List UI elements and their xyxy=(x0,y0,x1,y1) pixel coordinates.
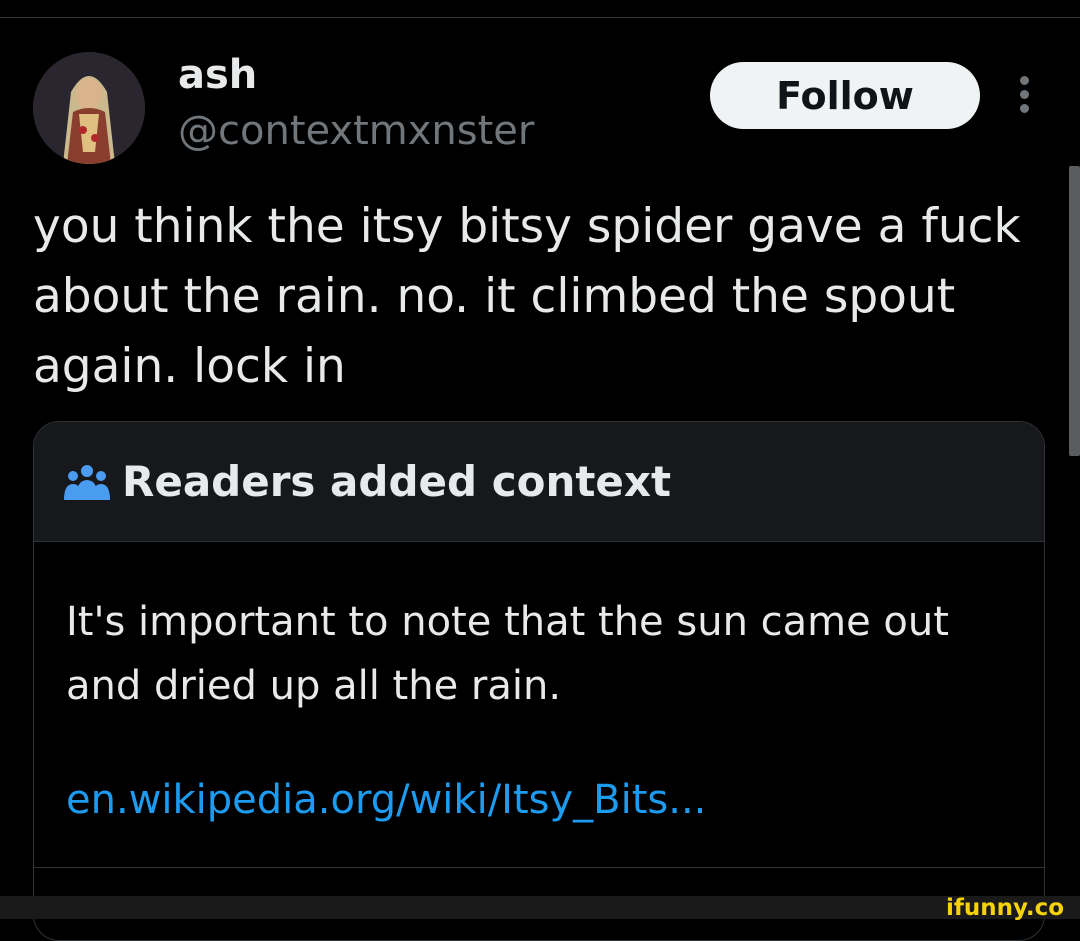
community-note-text: It's important to note that the sun came… xyxy=(66,599,949,709)
bottom-strip xyxy=(0,896,1080,919)
community-note-link[interactable]: en.wikipedia.org/wiki/Itsy_Bits... xyxy=(66,772,1012,828)
people-group-icon xyxy=(64,464,110,500)
more-options-icon[interactable] xyxy=(1012,76,1036,116)
top-divider xyxy=(0,17,1080,18)
follow-button[interactable]: Follow xyxy=(710,62,980,129)
community-note-body: It's important to note that the sun came… xyxy=(34,542,1044,828)
tweet-text: you think the itsy bitsy spider gave a f… xyxy=(33,199,1021,394)
author-name[interactable]: ash xyxy=(178,52,257,98)
avatar-image xyxy=(33,52,145,164)
community-note-title: Readers added context xyxy=(122,457,672,506)
community-note: Readers added context It's important to … xyxy=(33,421,1045,941)
community-note-header: Readers added context xyxy=(34,422,1044,542)
scrollbar[interactable] xyxy=(1069,166,1080,456)
author-handle[interactable]: @contextmxnster xyxy=(178,108,534,154)
ifunny-watermark: ifunny.co xyxy=(946,895,1065,921)
community-note-divider xyxy=(34,867,1044,868)
avatar[interactable] xyxy=(33,52,145,164)
